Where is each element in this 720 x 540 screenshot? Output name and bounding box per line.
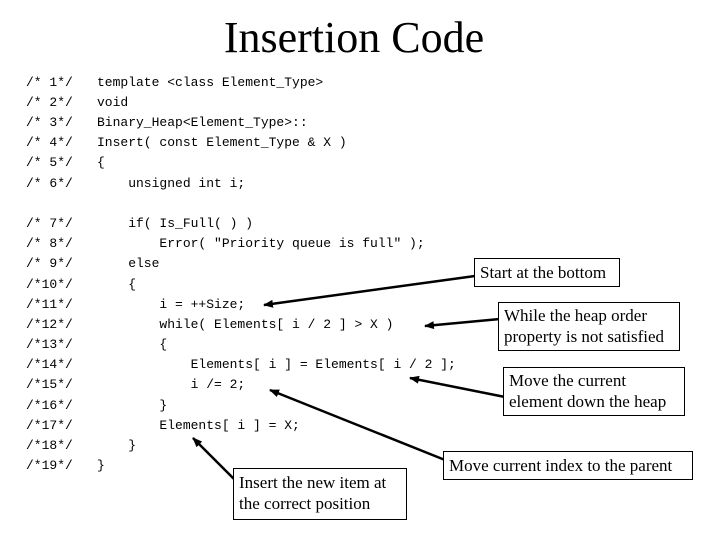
callout-move-index: Move current index to the parent	[443, 451, 693, 480]
arrow-insert-item	[192, 437, 236, 481]
arrow-heap-order	[424, 317, 501, 330]
callout-move-element: Move the current element down the heap	[503, 367, 685, 416]
arrow-move-element	[409, 375, 506, 399]
callout-start-bottom: Start at the bottom	[474, 258, 620, 287]
callout-heap-order: While the heap order property is not sat…	[498, 302, 680, 351]
arrow-start-bottom	[263, 274, 476, 308]
arrow-move-index	[269, 388, 446, 462]
callout-insert-item: Insert the new item at the correct posit…	[233, 468, 407, 520]
